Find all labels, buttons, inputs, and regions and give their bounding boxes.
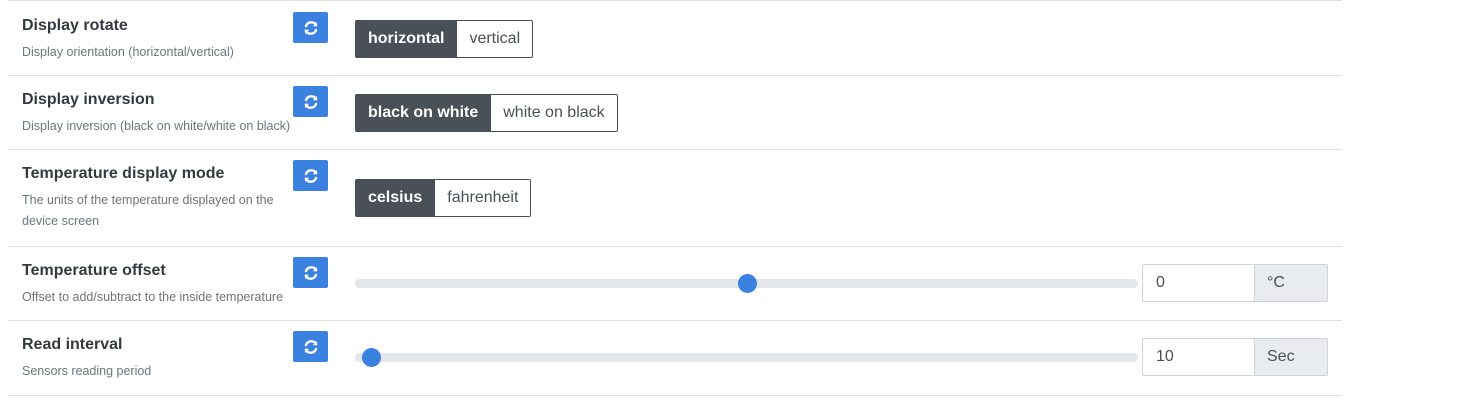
setting-label-group: Temperature display mode The units of th… [22,163,307,232]
temperature-offset-input-group: 0 °C [1142,264,1328,302]
option-vertical[interactable]: vertical [457,20,534,58]
temperature-unit-toggle-group: celsius fahrenheit [355,179,532,217]
refresh-button[interactable] [293,86,328,117]
setting-title: Read interval [22,336,123,353]
refresh-button[interactable] [293,331,328,362]
setting-label-group: Temperature offset Offset to add/subtrac… [22,260,307,308]
setting-title: Temperature offset [22,262,166,279]
refresh-icon [304,168,317,183]
setting-description: The units of the temperature displayed o… [22,193,274,228]
read-interval-input[interactable]: 10 [1142,338,1255,376]
option-celsius[interactable]: celsius [355,179,436,217]
slider-thumb[interactable] [737,274,757,293]
setting-row-display-inversion: Display inversion Display inversion (bla… [8,76,1342,150]
unit-label: °C [1255,264,1328,302]
setting-description: Display inversion (black on white/white … [22,119,291,133]
setting-row-temperature-display-mode: Temperature display mode The units of th… [8,150,1342,247]
read-interval-input-group: 10 Sec [1142,338,1328,376]
setting-label-group: Read interval Sensors reading period [22,334,307,382]
orientation-toggle-group: horizontal vertical [355,20,534,58]
setting-row-display-rotate: Display rotate Display orientation (hori… [8,1,1342,76]
refresh-button[interactable] [293,160,328,191]
option-horizontal[interactable]: horizontal [355,20,458,58]
option-white-on-black[interactable]: white on black [491,94,618,132]
refresh-button[interactable] [293,12,328,43]
refresh-icon [304,20,317,35]
refresh-icon [304,94,317,109]
setting-row-temperature-offset: Temperature offset Offset to add/subtrac… [8,247,1342,321]
temperature-offset-input[interactable]: 0 [1142,264,1255,302]
setting-row-read-interval: Read interval Sensors reading period 10 … [8,321,1342,396]
setting-label-group: Display inversion Display inversion (bla… [22,89,307,137]
refresh-button[interactable] [293,257,328,288]
setting-title: Display inversion [22,91,155,108]
refresh-icon [304,339,317,354]
unit-label: Sec [1255,338,1328,376]
refresh-icon [304,265,317,280]
setting-title: Display rotate [22,17,128,34]
slider-thumb[interactable] [361,348,381,367]
settings-list: Display rotate Display orientation (hori… [8,0,1342,396]
read-interval-slider[interactable] [355,348,1138,367]
setting-description: Display orientation (horizontal/vertical… [22,45,234,59]
option-black-on-white[interactable]: black on white [355,94,492,132]
inversion-toggle-group: black on white white on black [355,94,618,132]
setting-title: Temperature display mode [22,165,225,182]
temperature-offset-slider[interactable] [355,274,1138,293]
setting-description: Offset to add/subtract to the inside tem… [22,290,284,304]
option-fahrenheit[interactable]: fahrenheit [435,179,532,217]
setting-description: Sensors reading period [22,364,152,378]
setting-label-group: Display rotate Display orientation (hori… [22,15,307,63]
